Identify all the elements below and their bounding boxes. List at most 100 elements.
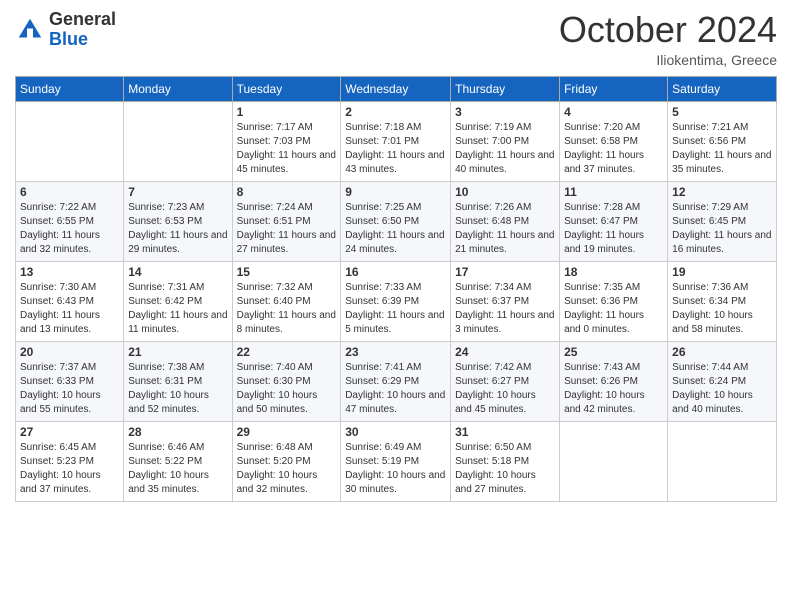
day-info: Sunrise: 7:25 AM Sunset: 6:50 PM Dayligh… xyxy=(345,201,446,257)
calendar-week-4: 20Sunrise: 7:37 AM Sunset: 6:33 PM Dayli… xyxy=(16,341,777,421)
day-number: 21 xyxy=(128,345,227,359)
day-info: Sunrise: 7:42 AM Sunset: 6:27 PM Dayligh… xyxy=(455,361,555,417)
table-row: 19 Sunrise: 7:36 AM Sunset: 6:34 PM Dayli… xyxy=(668,261,777,341)
table-row: 5Sunrise: 7:21 AM Sunset: 6:56 PM Daylig… xyxy=(668,101,777,181)
day-number: 31 xyxy=(455,425,555,439)
table-row: 7 Sunrise: 7:23 AM Sunset: 6:53 PM Daylig… xyxy=(124,181,232,261)
day-info: Sunrise: 6:48 AM Sunset: 5:20 PM Dayligh… xyxy=(237,441,337,497)
location: Iliokentima, Greece xyxy=(559,52,777,68)
day-number: 24 xyxy=(455,345,555,359)
day-number: 1 xyxy=(237,105,337,119)
day-number: 12 xyxy=(672,185,772,199)
day-info: Sunrise: 7:40 AM Sunset: 6:30 PM Dayligh… xyxy=(237,361,337,417)
day-number: 5 xyxy=(672,105,772,119)
day-number: 26 xyxy=(672,345,772,359)
table-row: 16 Sunrise: 7:33 AM Sunset: 6:39 PM Dayli… xyxy=(341,261,451,341)
col-saturday: Saturday xyxy=(668,76,777,101)
calendar-week-1: 1Sunrise: 7:17 AM Sunset: 7:03 PM Daylig… xyxy=(16,101,777,181)
table-row: 29 Sunrise: 6:48 AM Sunset: 5:20 PM Dayli… xyxy=(232,421,341,501)
day-info: Sunrise: 7:44 AM Sunset: 6:24 PM Dayligh… xyxy=(672,361,772,417)
table-row: 21 Sunrise: 7:38 AM Sunset: 6:31 PM Dayli… xyxy=(124,341,232,421)
table-row: 26 Sunrise: 7:44 AM Sunset: 6:24 PM Dayli… xyxy=(668,341,777,421)
day-number: 7 xyxy=(128,185,227,199)
calendar-table: Sunday Monday Tuesday Wednesday Thursday… xyxy=(15,76,777,502)
day-number: 29 xyxy=(237,425,337,439)
header: General Blue October 2024 Iliokentima, G… xyxy=(15,10,777,68)
day-info: Sunrise: 7:24 AM Sunset: 6:51 PM Dayligh… xyxy=(237,201,337,257)
table-row: 12Sunrise: 7:29 AM Sunset: 6:45 PM Dayli… xyxy=(668,181,777,261)
logo-general: General xyxy=(49,10,116,30)
table-row: 17 Sunrise: 7:34 AM Sunset: 6:37 PM Dayli… xyxy=(451,261,560,341)
table-row: 1Sunrise: 7:17 AM Sunset: 7:03 PM Daylig… xyxy=(232,101,341,181)
table-row: 15 Sunrise: 7:32 AM Sunset: 6:40 PM Dayli… xyxy=(232,261,341,341)
day-info: Sunrise: 7:33 AM Sunset: 6:39 PM Dayligh… xyxy=(345,281,446,337)
day-info: Sunrise: 6:50 AM Sunset: 5:18 PM Dayligh… xyxy=(455,441,555,497)
col-thursday: Thursday xyxy=(451,76,560,101)
day-number: 2 xyxy=(345,105,446,119)
day-info: Sunrise: 7:41 AM Sunset: 6:29 PM Dayligh… xyxy=(345,361,446,417)
day-number: 18 xyxy=(564,265,663,279)
day-number: 10 xyxy=(455,185,555,199)
day-number: 16 xyxy=(345,265,446,279)
table-row: 9Sunrise: 7:25 AM Sunset: 6:50 PM Daylig… xyxy=(341,181,451,261)
table-row: 10 Sunrise: 7:26 AM Sunset: 6:48 PM Dayli… xyxy=(451,181,560,261)
col-monday: Monday xyxy=(124,76,232,101)
day-info: Sunrise: 7:30 AM Sunset: 6:43 PM Dayligh… xyxy=(20,281,119,337)
day-number: 3 xyxy=(455,105,555,119)
table-row: 31 Sunrise: 6:50 AM Sunset: 5:18 PM Dayli… xyxy=(451,421,560,501)
table-row: 6 Sunrise: 7:22 AM Sunset: 6:55 PM Daylig… xyxy=(16,181,124,261)
table-row: 30 Sunrise: 6:49 AM Sunset: 5:19 PM Dayli… xyxy=(341,421,451,501)
day-info: Sunrise: 6:49 AM Sunset: 5:19 PM Dayligh… xyxy=(345,441,446,497)
page: General Blue October 2024 Iliokentima, G… xyxy=(0,0,792,612)
table-row: 27Sunrise: 6:45 AM Sunset: 5:23 PM Dayli… xyxy=(16,421,124,501)
table-row: 20Sunrise: 7:37 AM Sunset: 6:33 PM Dayli… xyxy=(16,341,124,421)
table-row: 28Sunrise: 6:46 AM Sunset: 5:22 PM Dayli… xyxy=(124,421,232,501)
logo: General Blue xyxy=(15,10,116,50)
table-row xyxy=(124,101,232,181)
day-number: 28 xyxy=(128,425,227,439)
table-row xyxy=(560,421,668,501)
table-row: 13 Sunrise: 7:30 AM Sunset: 6:43 PM Dayli… xyxy=(16,261,124,341)
day-number: 20 xyxy=(20,345,119,359)
logo-blue: Blue xyxy=(49,30,116,50)
calendar-week-2: 6 Sunrise: 7:22 AM Sunset: 6:55 PM Daylig… xyxy=(16,181,777,261)
table-row: 23Sunrise: 7:41 AM Sunset: 6:29 PM Dayli… xyxy=(341,341,451,421)
day-info: Sunrise: 7:26 AM Sunset: 6:48 PM Dayligh… xyxy=(455,201,555,257)
table-row: 25 Sunrise: 7:43 AM Sunset: 6:26 PM Dayli… xyxy=(560,341,668,421)
day-number: 27 xyxy=(20,425,119,439)
day-number: 19 xyxy=(672,265,772,279)
day-info: Sunrise: 7:36 AM Sunset: 6:34 PM Dayligh… xyxy=(672,281,772,337)
day-info: Sunrise: 7:20 AM Sunset: 6:58 PM Dayligh… xyxy=(564,121,663,177)
day-number: 17 xyxy=(455,265,555,279)
col-tuesday: Tuesday xyxy=(232,76,341,101)
day-info: Sunrise: 7:23 AM Sunset: 6:53 PM Dayligh… xyxy=(128,201,227,257)
day-number: 4 xyxy=(564,105,663,119)
day-number: 25 xyxy=(564,345,663,359)
day-info: Sunrise: 7:32 AM Sunset: 6:40 PM Dayligh… xyxy=(237,281,337,337)
day-number: 13 xyxy=(20,265,119,279)
col-sunday: Sunday xyxy=(16,76,124,101)
day-number: 22 xyxy=(237,345,337,359)
table-row: 11Sunrise: 7:28 AM Sunset: 6:47 PM Dayli… xyxy=(560,181,668,261)
month-title: October 2024 xyxy=(559,10,777,50)
calendar-week-3: 13 Sunrise: 7:30 AM Sunset: 6:43 PM Dayli… xyxy=(16,261,777,341)
day-info: Sunrise: 7:35 AM Sunset: 6:36 PM Dayligh… xyxy=(564,281,663,337)
day-number: 15 xyxy=(237,265,337,279)
table-row: 14Sunrise: 7:31 AM Sunset: 6:42 PM Dayli… xyxy=(124,261,232,341)
logo-icon xyxy=(15,15,45,45)
calendar-week-5: 27Sunrise: 6:45 AM Sunset: 5:23 PM Dayli… xyxy=(16,421,777,501)
day-info: Sunrise: 7:38 AM Sunset: 6:31 PM Dayligh… xyxy=(128,361,227,417)
col-friday: Friday xyxy=(560,76,668,101)
day-info: Sunrise: 7:34 AM Sunset: 6:37 PM Dayligh… xyxy=(455,281,555,337)
table-row xyxy=(16,101,124,181)
day-number: 30 xyxy=(345,425,446,439)
table-row: 24 Sunrise: 7:42 AM Sunset: 6:27 PM Dayli… xyxy=(451,341,560,421)
day-info: Sunrise: 7:43 AM Sunset: 6:26 PM Dayligh… xyxy=(564,361,663,417)
day-number: 6 xyxy=(20,185,119,199)
day-info: Sunrise: 7:22 AM Sunset: 6:55 PM Dayligh… xyxy=(20,201,119,257)
col-wednesday: Wednesday xyxy=(341,76,451,101)
day-number: 11 xyxy=(564,185,663,199)
table-row: 18 Sunrise: 7:35 AM Sunset: 6:36 PM Dayli… xyxy=(560,261,668,341)
day-number: 14 xyxy=(128,265,227,279)
title-block: October 2024 Iliokentima, Greece xyxy=(559,10,777,68)
